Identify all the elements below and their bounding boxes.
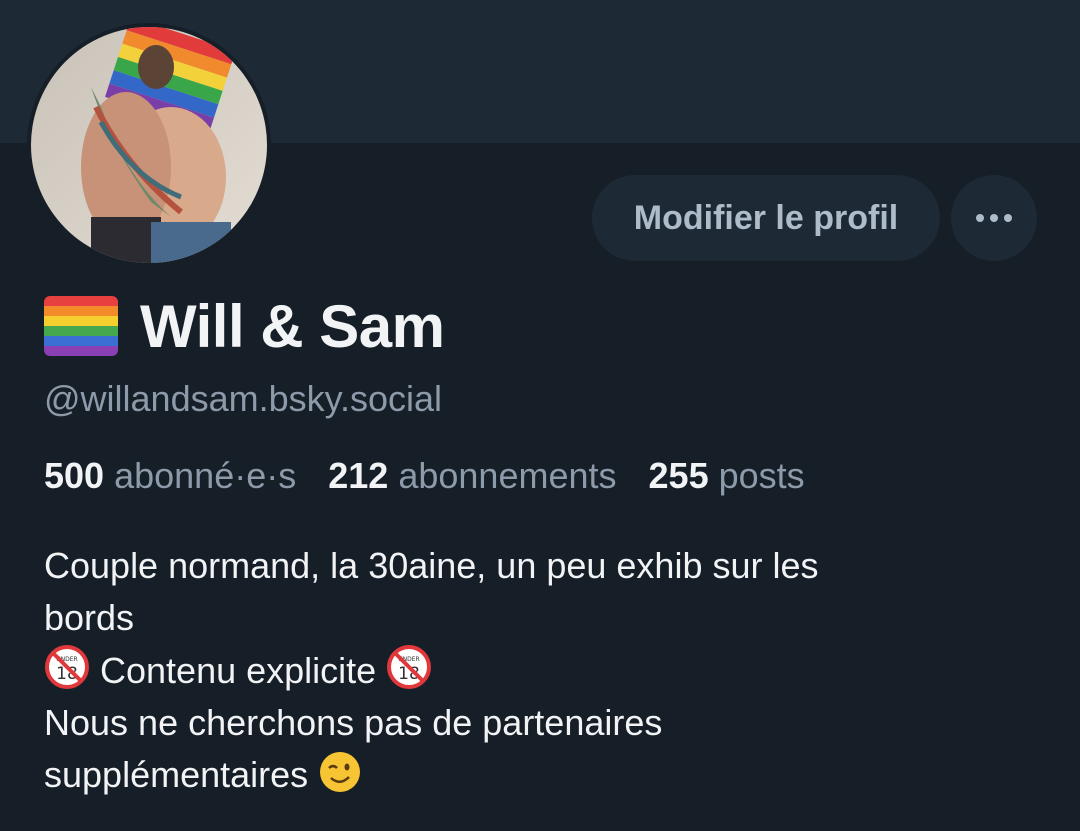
no-under-18-icon: UNDER 18 [387, 645, 432, 689]
edit-profile-button[interactable]: Modifier le profil [592, 175, 940, 261]
rainbow-flag-icon [44, 296, 118, 356]
bio-line-4: Nous ne cherchons pas de partenaires [44, 702, 663, 743]
winking-face-icon [320, 752, 361, 792]
following-stat[interactable]: 212 abonnements [328, 455, 616, 496]
followers-label: abonné·e·s [114, 455, 297, 496]
bio-supplementary-text: supplémentaires [44, 754, 309, 795]
profile-stats: 500 abonné·e·s 212 abonnements 255 posts [44, 455, 827, 497]
more-options-button[interactable] [951, 175, 1037, 261]
bio-line-2: bords [44, 597, 135, 638]
profile-bio: Couple normand, la 30aine, un peu exhib … [44, 540, 1044, 801]
bio-line-3: UNDER 18 Contenu explicite UNDER 18 [44, 644, 1044, 697]
avatar-photo [31, 27, 267, 263]
edit-profile-label: Modifier le profil [633, 198, 899, 237]
followers-stat[interactable]: 500 abonné·e·s [44, 455, 296, 496]
bio-explicit-text: Contenu explicite [100, 650, 377, 691]
posts-stat: 255 posts [649, 455, 805, 496]
display-name-text: Will & Sam [140, 292, 445, 360]
followers-count: 500 [44, 455, 105, 496]
no-under-18-icon: UNDER 18 [45, 645, 89, 689]
posts-label: posts [718, 455, 805, 496]
posts-count: 255 [648, 455, 709, 496]
bio-line-5: supplémentaires [44, 749, 1044, 801]
profile-handle: @willandsam.bsky.social [44, 378, 443, 419]
avatar[interactable] [27, 23, 271, 267]
following-count: 212 [328, 455, 389, 496]
bio-line-1: Couple normand, la 30aine, un peu exhib … [44, 545, 819, 586]
ellipsis-icon [976, 214, 1012, 222]
display-name: Will & Sam [44, 290, 445, 362]
following-label: abonnements [398, 455, 617, 496]
